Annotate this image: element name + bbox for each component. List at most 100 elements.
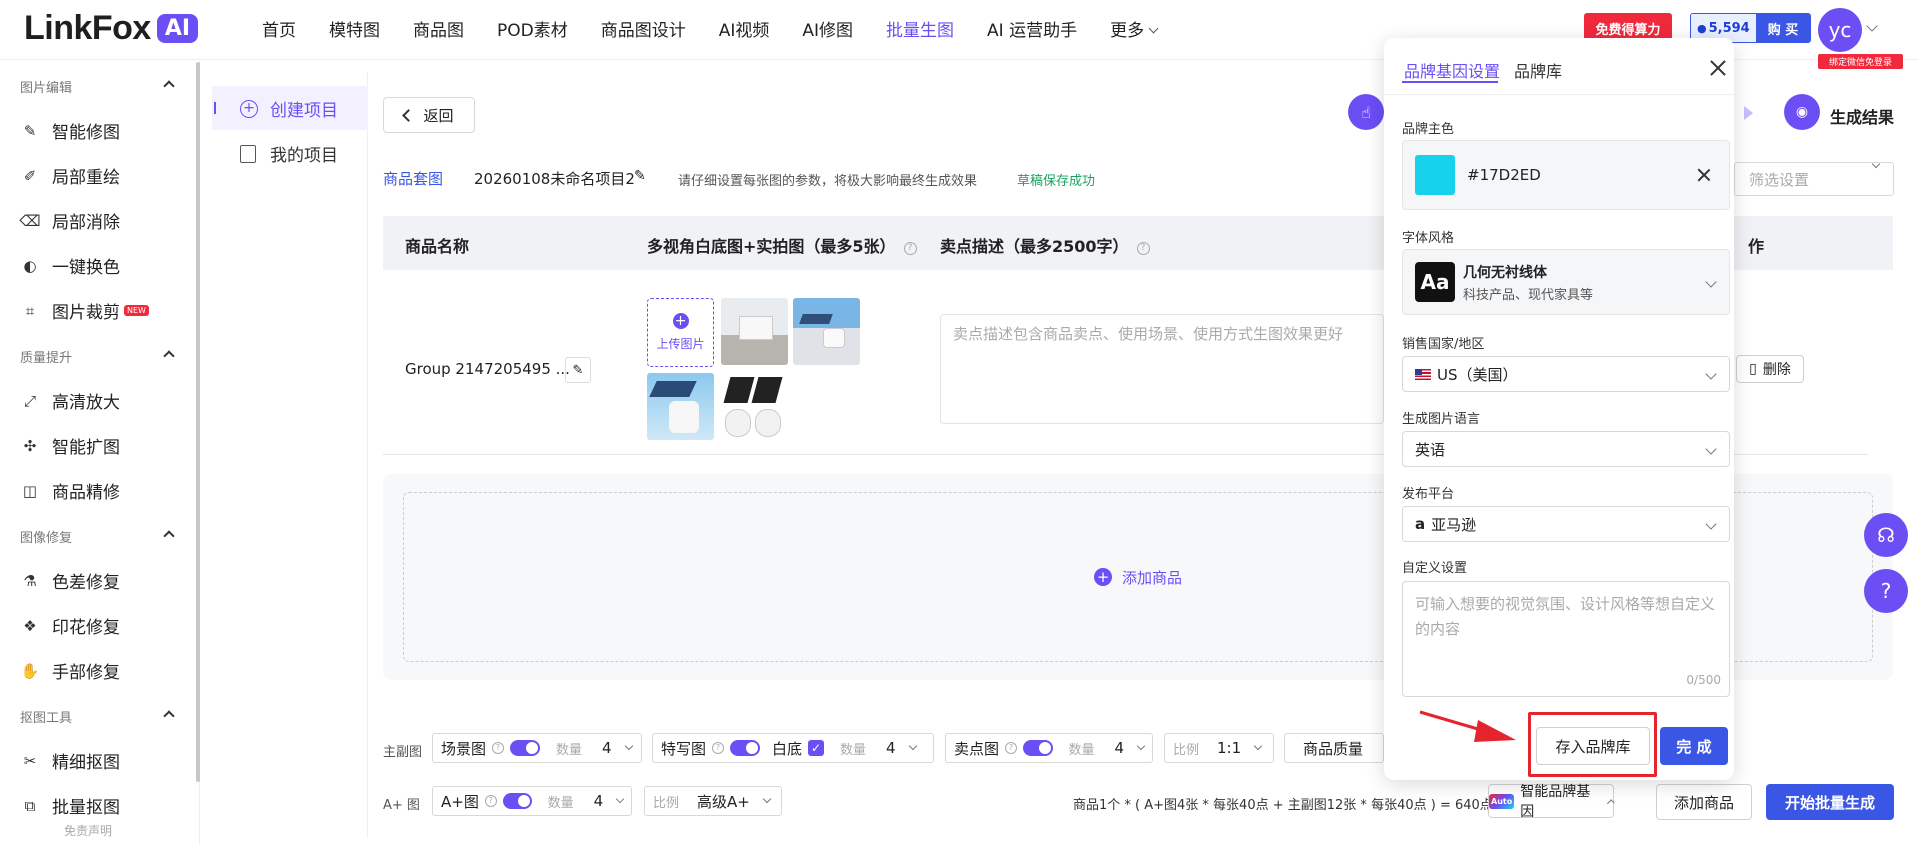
- create-project-item[interactable]: + 创建项目: [240, 96, 338, 121]
- sidebar-scrollbar[interactable]: [196, 62, 200, 782]
- white-bg-checkbox[interactable]: ✓: [808, 740, 825, 756]
- selling-point-input[interactable]: 卖点描述包含商品卖点、使用场景、使用方式生图效果更好: [940, 314, 1384, 424]
- start-batch-button[interactable]: 开始批量生成: [1766, 784, 1894, 820]
- aplus-ratio-select[interactable]: 比例 高级A+: [644, 786, 782, 816]
- nav-more[interactable]: 更多: [1110, 16, 1157, 41]
- batch-cutout-icon: ⧉: [24, 796, 36, 815]
- sidebar-item-recolor[interactable]: ◐ 一键换色: [20, 253, 120, 279]
- nav-model[interactable]: 模特图: [329, 16, 380, 41]
- font-style-select[interactable]: Aa 几何无衬线体 科技产品、现代家具等: [1402, 249, 1730, 315]
- add-product-button[interactable]: 添加商品: [1656, 784, 1752, 820]
- sidebar-item-expand[interactable]: ✣ 智能扩图: [20, 433, 120, 459]
- sidebar-item-refine[interactable]: ◫ 商品精修: [20, 478, 120, 504]
- edit-icon[interactable]: ✎: [565, 357, 591, 383]
- save-to-library-button[interactable]: 存入品牌库: [1536, 727, 1650, 765]
- sidebar-item-print-fix[interactable]: ❖ 印花修复: [20, 613, 120, 639]
- nav-home[interactable]: 首页: [262, 16, 296, 41]
- sidebar-section-title: 抠图工具: [20, 711, 73, 726]
- buy-button[interactable]: 购 买: [1755, 14, 1811, 42]
- bind-wechat-tag[interactable]: 绑定微信免登录: [1818, 54, 1903, 69]
- nav-ai-video[interactable]: AI视频: [719, 16, 770, 41]
- quality-select[interactable]: 商品质量: [1284, 733, 1384, 763]
- help-icon[interactable]: ?: [484, 795, 497, 807]
- chevron-down-icon: [1253, 741, 1263, 751]
- logo-text: LinkFox: [24, 8, 151, 47]
- nav-pod[interactable]: POD素材: [497, 16, 568, 41]
- plus-icon: +: [672, 313, 689, 329]
- sidebar-item-batch-cutout[interactable]: ⧉ 批量抠图: [20, 793, 120, 819]
- help-icon[interactable]: ?: [492, 742, 505, 754]
- help-icon[interactable]: ?: [903, 242, 917, 255]
- product-thumbnail[interactable]: [721, 373, 788, 440]
- upload-image-button[interactable]: + 上传图片: [647, 298, 714, 367]
- sidebar-item-color-fix[interactable]: ⚗ 色差修复: [20, 568, 120, 594]
- product-thumbnail[interactable]: [721, 298, 788, 365]
- sidebar-item-upscale[interactable]: ⤢ 高清放大: [20, 388, 120, 414]
- closeup-toggle[interactable]: [730, 740, 761, 756]
- help-icon[interactable]: ?: [1005, 742, 1017, 754]
- my-projects-item[interactable]: 我的项目: [240, 141, 338, 166]
- custom-textarea[interactable]: 可输入想要的视觉氛围、设计风格等想自定义的内容 0/500: [1402, 581, 1730, 697]
- sidebar-item-smart-retouch[interactable]: ✎ 智能修图: [20, 118, 120, 144]
- nav-product-image[interactable]: 商品图: [413, 16, 464, 41]
- nav-ops-assistant[interactable]: AI 运营助手: [987, 16, 1077, 41]
- tab-brand-library[interactable]: 品牌库: [1514, 58, 1562, 82]
- disclaimer-link[interactable]: 免责声明: [64, 822, 112, 839]
- sidebar-item-hand-fix[interactable]: ✋ 手部修复: [20, 658, 120, 684]
- selling-toggle[interactable]: [1022, 740, 1053, 756]
- sidebar-item-cutout[interactable]: ✂ 精细抠图: [20, 748, 120, 774]
- result-step-icon[interactable]: ◉: [1784, 94, 1820, 130]
- logo[interactable]: LinkFox AI: [24, 8, 199, 48]
- scene-toggle[interactable]: [510, 740, 541, 756]
- headset-icon[interactable]: ☊: [1864, 513, 1908, 557]
- upscale-icon: ⤢: [23, 391, 36, 410]
- platform-select[interactable]: a 亚马逊: [1402, 506, 1730, 542]
- col-product-name: 商品名称: [405, 237, 470, 256]
- nav-batch[interactable]: 批量生图: [886, 16, 954, 41]
- back-button[interactable]: 返回: [383, 97, 475, 133]
- help-icon[interactable]: ?: [1136, 242, 1150, 255]
- product-thumbnail[interactable]: [793, 298, 860, 365]
- done-button[interactable]: 完 成: [1660, 727, 1728, 765]
- brand-color-field[interactable]: #17D2ED: [1402, 140, 1730, 210]
- question-icon[interactable]: ?: [1864, 569, 1908, 613]
- sidebar-item-crop[interactable]: ⌗ 图片裁剪 NEW: [20, 298, 149, 323]
- delete-button[interactable]: ▯ 删除: [1736, 355, 1804, 383]
- color-swatch[interactable]: [1415, 155, 1455, 195]
- language-select[interactable]: 英语: [1402, 431, 1730, 467]
- product-thumbnail[interactable]: [647, 373, 714, 440]
- close-icon[interactable]: [1710, 60, 1726, 76]
- col-images: 多视角白底图+实拍图（最多5张）?: [647, 233, 917, 257]
- tab-brand-gene[interactable]: 品牌基因设置: [1404, 58, 1500, 82]
- tab-underline: [1402, 81, 1498, 83]
- project-name[interactable]: 20260108未命名项目2: [474, 168, 635, 189]
- chevron-down-icon: [624, 741, 633, 751]
- edit-icon[interactable]: ✎: [634, 168, 646, 184]
- hand-pointer-icon[interactable]: ☝: [1348, 94, 1384, 130]
- help-icon[interactable]: ?: [712, 742, 725, 754]
- sidebar-item-inpaint[interactable]: ✐ 局部重绘: [20, 163, 120, 189]
- project-nav: [212, 72, 368, 838]
- set-tab[interactable]: 商品套图: [383, 168, 443, 189]
- scene-image-control[interactable]: 场景图? 数量 4: [432, 733, 642, 763]
- aplus-control[interactable]: A+图? 数量 4: [432, 786, 632, 816]
- crop-icon: ⌗: [25, 301, 35, 320]
- clear-icon[interactable]: [1697, 168, 1711, 182]
- filter-select[interactable]: 筛选设置: [1734, 159, 1894, 196]
- country-select[interactable]: US（美国）: [1402, 356, 1730, 392]
- chevron-down-icon: [615, 794, 625, 804]
- selling-image-control[interactable]: 卖点图? 数量 4: [945, 733, 1153, 763]
- ratio-select[interactable]: 比例 1:1: [1164, 733, 1274, 763]
- nav-design[interactable]: 商品图设计: [601, 16, 686, 41]
- sidebar-item-erase[interactable]: ⌫ 局部消除: [19, 208, 120, 234]
- closeup-image-control[interactable]: 特写图? 白底 ✓ 数量 4: [652, 733, 934, 763]
- nav-ai-retouch[interactable]: AI修图: [802, 16, 853, 41]
- avatar[interactable]: yc: [1818, 8, 1862, 52]
- aplus-toggle[interactable]: [502, 793, 532, 809]
- result-step-label[interactable]: 生成结果: [1830, 104, 1894, 128]
- logo-ai-badge: AI: [156, 13, 199, 43]
- saved-status: 草稿保存成功: [1017, 174, 1096, 189]
- project-nav-active-bar: [214, 102, 216, 114]
- font-icon: Aa: [1415, 262, 1455, 302]
- brand-gene-toggle[interactable]: Auto 智能品牌基因: [1488, 784, 1615, 820]
